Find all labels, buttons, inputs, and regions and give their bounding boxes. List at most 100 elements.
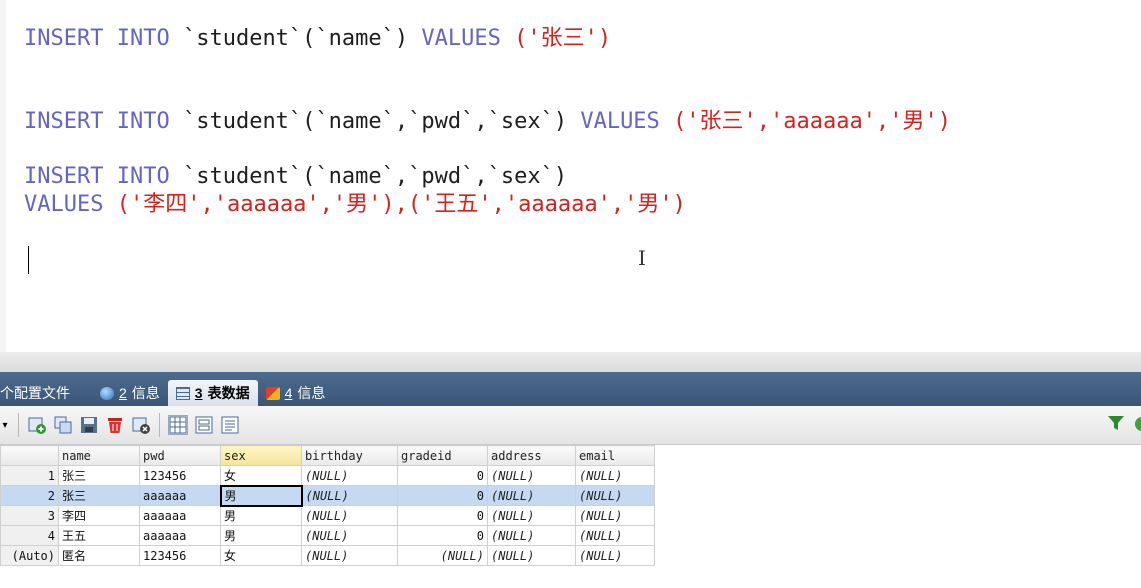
sql-identifier: `student`(`name`,`pwd`,`sex`) — [182, 164, 568, 189]
cell-pwd[interactable]: aaaaaa — [139, 525, 221, 546]
tab-info-2-label: 信息 — [131, 385, 160, 401]
tab-number: 2 — [119, 385, 127, 401]
dropdown-arrow-icon[interactable]: ▾ — [0, 415, 10, 435]
result-tab-bar: 个配置文件 2 信息 3 表数据 4 信息 — [0, 372, 1141, 406]
cell-name[interactable]: 匿名 — [58, 545, 140, 566]
sql-line-1[interactable]: INSERT INTO `student`(`name`) VALUES ('张… — [24, 26, 611, 52]
cell-address[interactable]: (NULL) — [487, 505, 576, 526]
cell-address[interactable]: (NULL) — [487, 485, 576, 506]
row-number[interactable]: 3 — [0, 505, 59, 526]
sql-identifier: `student`(`name`) — [182, 26, 409, 51]
ibeam-cursor-icon: I — [638, 246, 646, 270]
table-row[interactable]: 3 李四 aaaaaa 男 (NULL) 0 (NULL) (NULL) — [0, 505, 655, 526]
grid-view-icon[interactable] — [168, 415, 188, 435]
cell-name[interactable]: 张三 — [58, 465, 140, 486]
form-view-icon[interactable] — [194, 415, 214, 435]
column-header-sex[interactable]: sex — [220, 445, 302, 466]
delete-icon[interactable] — [105, 415, 125, 435]
sql-keyword: INTO — [116, 26, 170, 51]
cell-email[interactable]: (NULL) — [575, 525, 655, 546]
cell-name[interactable]: 王五 — [58, 525, 140, 546]
cell-email[interactable]: (NULL) — [575, 485, 655, 506]
cell-gradeid[interactable]: 0 — [397, 505, 488, 526]
column-header-gradeid[interactable]: gradeid — [397, 445, 488, 466]
sql-keyword: VALUES — [24, 192, 104, 217]
cell-birthday[interactable]: (NULL) — [301, 505, 398, 526]
add-row-icon[interactable] — [27, 415, 47, 435]
filter-icon[interactable] — [1107, 414, 1125, 437]
row-number[interactable]: 1 — [0, 465, 59, 486]
cell-sex[interactable]: 男 — [220, 525, 302, 546]
tab-profile[interactable]: 个配置文件 — [0, 380, 78, 406]
column-header-email[interactable]: email — [575, 445, 655, 466]
cell-email[interactable]: (NULL) — [575, 505, 655, 526]
info-icon — [100, 386, 114, 400]
column-header-address[interactable]: address — [487, 445, 576, 466]
cell-address[interactable]: (NULL) — [487, 465, 576, 486]
sql-values: ('李四','aaaaaa','男'),('王五','aaaaaa','男') — [116, 192, 686, 217]
cell-name[interactable]: 张三 — [58, 485, 140, 506]
cell-birthday[interactable]: (NULL) — [301, 545, 398, 566]
sql-keyword: VALUES — [580, 109, 660, 134]
text-caret — [28, 246, 29, 274]
cell-birthday[interactable]: (NULL) — [301, 465, 398, 486]
tab-table-data-label: 表数据 — [207, 385, 250, 401]
row-number[interactable]: 4 — [0, 525, 59, 546]
refresh-icon[interactable] — [131, 415, 151, 435]
table-icon — [175, 386, 190, 400]
tab-profile-label: 个配置文件 — [0, 385, 70, 401]
cell-birthday[interactable]: (NULL) — [301, 485, 398, 506]
multi-info-icon — [265, 386, 280, 400]
cell-sex[interactable]: 女 — [220, 545, 302, 566]
table-row[interactable]: 1 张三 123456 女 (NULL) 0 (NULL) (NULL) — [0, 465, 655, 486]
cell-pwd[interactable]: aaaaaa — [139, 485, 221, 506]
duplicate-row-icon[interactable] — [53, 415, 73, 435]
cell-gradeid[interactable]: 0 — [397, 485, 488, 506]
column-header-pwd[interactable]: pwd — [139, 445, 221, 466]
toolbar-divider — [18, 413, 19, 437]
cell-pwd[interactable]: aaaaaa — [139, 505, 221, 526]
status-indicator-icon[interactable] — [1135, 417, 1141, 431]
tab-info-4[interactable]: 4 信息 — [258, 380, 334, 406]
cell-email[interactable]: (NULL) — [575, 545, 655, 566]
cell-gradeid[interactable]: 0 — [397, 465, 488, 486]
column-header-birthday[interactable]: birthday — [301, 445, 398, 466]
cell-email[interactable]: (NULL) — [575, 465, 655, 486]
row-number[interactable]: 2 — [0, 485, 59, 506]
column-header-name[interactable]: name — [58, 445, 140, 466]
data-grid[interactable]: name pwd sex birthday gradeid address em… — [0, 445, 655, 566]
tab-info-2[interactable]: 2 信息 — [92, 380, 168, 406]
sql-line-4[interactable]: VALUES ('李四','aaaaaa','男'),('王五','aaaaaa… — [24, 192, 686, 218]
sql-keyword: INSERT — [24, 109, 104, 134]
cell-sex[interactable]: 女 — [220, 465, 302, 486]
sql-line-2[interactable]: INSERT INTO `student`(`name`,`pwd`,`sex`… — [24, 109, 951, 135]
table-row-new[interactable]: (Auto) 匿名 123456 女 (NULL) (NULL) (NULL) … — [0, 545, 655, 566]
text-view-icon[interactable] — [220, 415, 240, 435]
tab-number: 3 — [194, 385, 203, 401]
cell-gradeid[interactable]: (NULL) — [397, 545, 488, 566]
row-number-header — [0, 445, 59, 466]
cell-sex[interactable]: 男 — [219, 484, 303, 507]
cell-name[interactable]: 李四 — [58, 505, 140, 526]
cell-pwd[interactable]: 123456 — [139, 465, 221, 486]
sql-values: ('张三','aaaaaa','男') — [673, 109, 951, 134]
save-icon[interactable] — [79, 415, 99, 435]
cell-birthday[interactable]: (NULL) — [301, 525, 398, 546]
tab-info-4-label: 信息 — [297, 385, 326, 401]
table-row[interactable]: 4 王五 aaaaaa 男 (NULL) 0 (NULL) (NULL) — [0, 525, 655, 546]
sql-keyword: INSERT — [24, 26, 104, 51]
sql-editor[interactable]: INSERT INTO `student`(`name`) VALUES ('张… — [0, 0, 1141, 352]
tab-table-data[interactable]: 3 表数据 — [167, 380, 258, 406]
grid-header-row: name pwd sex birthday gradeid address em… — [0, 445, 655, 466]
panel-splitter[interactable] — [0, 352, 1141, 372]
tab-number: 4 — [284, 385, 293, 401]
cell-pwd[interactable]: 123456 — [139, 545, 221, 566]
sql-line-3[interactable]: INSERT INTO `student`(`name`,`pwd`,`sex`… — [24, 164, 567, 190]
toolbar-divider — [159, 413, 160, 437]
cell-gradeid[interactable]: 0 — [397, 525, 488, 546]
cell-address[interactable]: (NULL) — [487, 545, 576, 566]
cell-sex[interactable]: 男 — [220, 505, 302, 526]
table-row[interactable]: 2 张三 aaaaaa 男 (NULL) 0 (NULL) (NULL) — [0, 484, 655, 507]
row-number[interactable]: (Auto) — [0, 545, 59, 566]
cell-address[interactable]: (NULL) — [487, 525, 576, 546]
